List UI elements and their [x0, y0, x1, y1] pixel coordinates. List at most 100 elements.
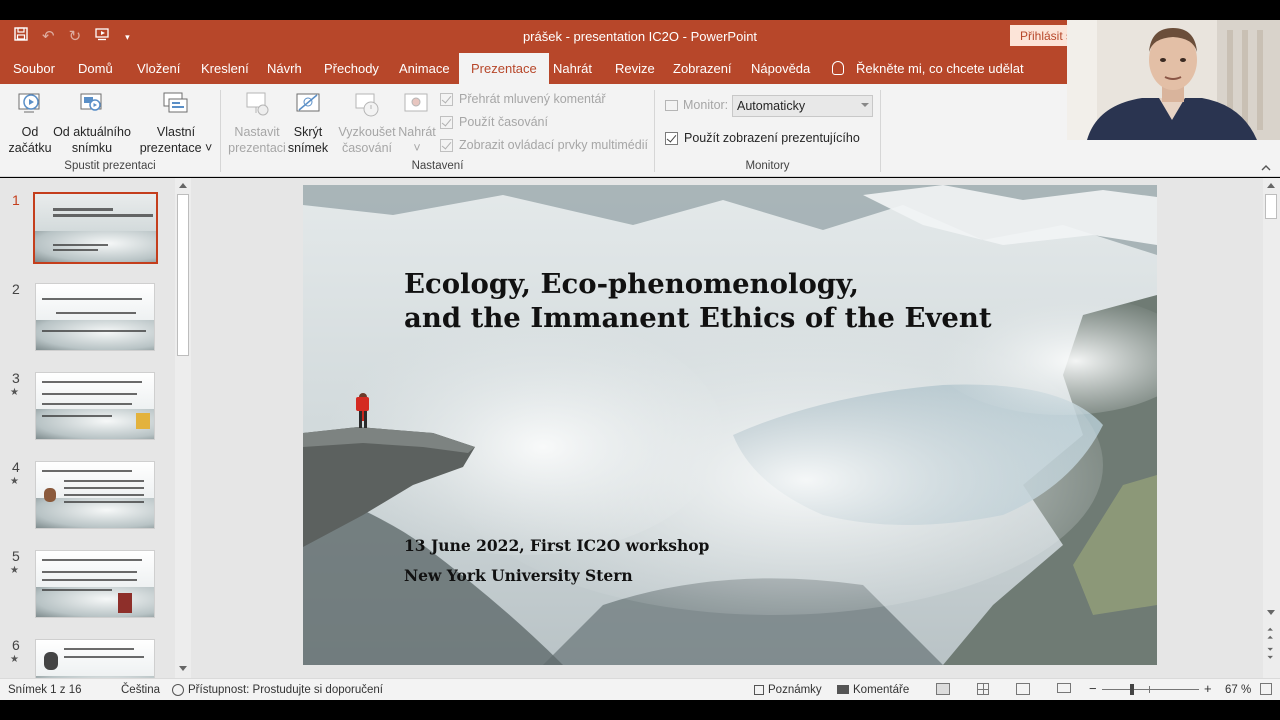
tab-slide-show[interactable]: Prezentace [459, 53, 549, 84]
record-slide-show-button[interactable]: Nahrát ˅ [397, 90, 437, 156]
from-current-slide-button[interactable]: Od aktuálního snímku [52, 90, 132, 156]
custom-show-label-1: Vlastní [156, 125, 196, 139]
collapse-ribbon-icon[interactable] [1260, 162, 1272, 174]
presenter-video-image [1067, 20, 1280, 140]
zoom-slider[interactable] [1102, 689, 1199, 690]
rehearse-label-1: Vyzkoušet [338, 125, 396, 139]
slide-scrollbar[interactable]: ⏶ ⏶ ⏷ ⏷ [1263, 178, 1280, 678]
show-media-controls-label: Zobrazit ovládací prvky multimédií [459, 138, 648, 152]
zoom-out-icon[interactable]: − [1089, 681, 1097, 696]
slide-number: 1 [12, 192, 20, 208]
thumbnail-text-line [42, 298, 142, 300]
slide-title-line-1: Ecology, Eco-phenomenology, [404, 268, 859, 300]
thumbnail-text-line [64, 480, 144, 482]
tab-home[interactable]: Domů [78, 53, 113, 84]
slide-number: 5 [12, 548, 20, 564]
hide-slide-label-1: Skrýt [293, 125, 323, 139]
tab-animations[interactable]: Animace [399, 53, 450, 84]
thumbnail-text-line [64, 501, 144, 503]
slide-venue-line[interactable]: New York University Stern [404, 566, 633, 585]
monitor-label: Monitor: [665, 98, 728, 112]
play-narrations-checkbox[interactable]: Přehrát mluvený komentář [440, 92, 606, 106]
fit-to-window-icon[interactable] [1260, 683, 1272, 695]
scroll-down-icon[interactable] [179, 666, 187, 671]
slide-thumbnail[interactable] [35, 283, 155, 351]
thumbnail-scrollbar[interactable] [175, 178, 191, 678]
tab-view[interactable]: Zobrazení [673, 53, 732, 84]
slide-thumbnail[interactable] [35, 372, 155, 440]
thumbnail-text-line [64, 656, 144, 658]
notes-icon [754, 684, 764, 695]
accessibility-text: Přístupnost: Prostudujte si doporučení [188, 684, 383, 697]
zoom-slider-thumb[interactable] [1130, 684, 1134, 695]
thumbnail-row-2[interactable]: 2 [0, 281, 175, 361]
thumbnail-picture [44, 488, 56, 502]
zoom-in-icon[interactable]: + [1204, 681, 1212, 696]
custom-slide-show-button[interactable]: Vlastní prezentace ˅ [138, 90, 214, 156]
slide-date-line[interactable]: 13 June 2022, First IC2O workshop [404, 536, 709, 555]
thumbnail-text-line [64, 487, 144, 489]
tab-transitions[interactable]: Přechody [324, 53, 379, 84]
thumbnail-text-line [56, 312, 136, 314]
scrollbar-thumb[interactable] [1265, 194, 1277, 219]
custom-show-label-2: prezentace ˅ [139, 141, 213, 155]
notes-button[interactable]: Poznámky [754, 684, 822, 696]
thumbnail-picture [44, 652, 58, 670]
use-timings-checkbox[interactable]: Použít časování [440, 115, 548, 129]
comments-button[interactable]: Komentáře [837, 684, 909, 696]
thumbnail-text-line [42, 571, 137, 573]
slide-title[interactable]: Ecology, Eco-phenomenology, and the Imma… [404, 267, 992, 335]
language-indicator[interactable]: Čeština [121, 684, 160, 696]
presenter-view-checkbox[interactable]: Použít zobrazení prezentujícího [665, 131, 860, 145]
set-up-slide-show-button[interactable]: Nastavit prezentaci [228, 90, 286, 156]
lightbulb-icon [832, 61, 844, 76]
tab-draw[interactable]: Kreslení [201, 53, 249, 84]
slide-editing-area: Ecology, Eco-phenomenology, and the Imma… [193, 178, 1263, 678]
show-media-controls-checkbox[interactable]: Zobrazit ovládací prvky multimédií [440, 138, 648, 152]
thumbnail-row-5[interactable]: 5 ★ [0, 548, 175, 628]
animation-star-icon: ★ [10, 565, 19, 576]
slide-number: 6 [12, 637, 20, 653]
slide-thumbnail[interactable] [35, 550, 155, 618]
slide-show-view-icon[interactable] [1057, 683, 1071, 693]
tab-file[interactable]: Soubor [13, 53, 55, 84]
scroll-up-icon[interactable] [1267, 183, 1275, 188]
tab-record[interactable]: Nahrát [553, 53, 592, 84]
next-slide-icon[interactable]: ⏷ ⏷ [1267, 646, 1273, 662]
slide-counter: Snímek 1 z 16 [8, 684, 82, 696]
hide-slide-button[interactable]: Skrýt snímek [286, 90, 330, 156]
group-label-setup: Nastavení [411, 160, 464, 172]
thumbnail-row-4[interactable]: 4 ★ [0, 459, 175, 539]
zoom-level[interactable]: 67 % [1225, 684, 1251, 696]
monitor-select[interactable]: Automaticky [732, 95, 873, 117]
slide-title-line-2: and the Immanent Ethics of the Event [404, 302, 992, 334]
slide-sorter-icon[interactable] [977, 683, 989, 695]
tab-design[interactable]: Návrh [267, 53, 302, 84]
from-current-icon [78, 90, 106, 120]
thumbnail-text-line [42, 403, 132, 405]
from-beginning-label-1: Od [21, 125, 39, 139]
current-slide[interactable]: Ecology, Eco-phenomenology, and the Imma… [303, 185, 1157, 665]
normal-view-icon[interactable] [936, 683, 950, 695]
thumbnail-image [36, 320, 154, 350]
reading-view-icon[interactable] [1016, 683, 1030, 695]
rehearse-timings-button[interactable]: Vyzkoušet časování [336, 90, 398, 156]
scroll-down-icon[interactable] [1267, 610, 1275, 615]
accessibility-status[interactable]: Přístupnost: Prostudujte si doporučení [172, 684, 383, 696]
monitor-icon [665, 99, 678, 111]
slide-thumbnail[interactable] [33, 192, 158, 264]
slide-thumbnail[interactable] [35, 461, 155, 529]
tab-insert[interactable]: Vložení [137, 53, 180, 84]
from-beginning-icon [16, 90, 44, 120]
thumbnail-row-3[interactable]: 3 ★ [0, 370, 175, 450]
from-beginning-button[interactable]: Od začátku [8, 90, 52, 156]
scroll-up-icon[interactable] [179, 183, 187, 188]
rehearse-icon [353, 90, 381, 120]
scrollbar-thumb[interactable] [177, 194, 189, 356]
thumbnail-row-1[interactable]: 1 [0, 192, 175, 272]
tab-help[interactable]: Nápověda [751, 53, 810, 84]
checkbox-box [440, 92, 453, 106]
tab-review[interactable]: Revize [615, 53, 655, 84]
previous-slide-icon[interactable]: ⏶ ⏶ [1267, 626, 1273, 642]
tell-me-search[interactable]: Řekněte mi, co chcete udělat [832, 53, 1024, 84]
